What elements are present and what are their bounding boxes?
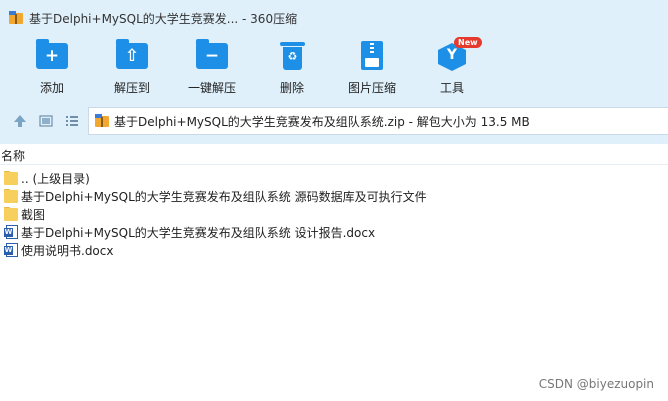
delete-label: 删除: [279, 81, 304, 95]
image-compress-label: 图片压缩: [347, 81, 396, 95]
add-button[interactable]: + 添加: [12, 36, 92, 98]
list-item-manual[interactable]: W 使用说明书.docx: [0, 241, 668, 259]
tools-button[interactable]: Y New 工具: [412, 36, 492, 98]
folder-icon: [4, 171, 18, 185]
window-title: 基于Delphi+MySQL的大学生竞赛发... - 360压缩: [29, 11, 298, 26]
toolbar: + 添加 ⇧ 解压到 − 一键解压 ♻ 删除 图片压缩 Y New 工具: [0, 36, 668, 98]
delete-button[interactable]: ♻ 删除: [252, 36, 332, 98]
name-column-label: 名称: [1, 149, 26, 163]
delete-bin-icon: ♻: [275, 40, 309, 72]
list-item-name: .. (上级目录): [21, 171, 90, 186]
extract-to-label: 解压到: [113, 81, 150, 95]
thumbnail-view-icon[interactable]: [38, 113, 54, 129]
up-arrow-icon[interactable]: [12, 113, 28, 129]
title-bar: 基于Delphi+MySQL的大学生竞赛发... - 360压缩: [0, 0, 668, 36]
navigation-bar: 基于Delphi+MySQL的大学生竞赛发布及组队系统.zip - 解包大小为 …: [0, 98, 668, 144]
folder-icon: [4, 207, 18, 221]
list-item-name: 使用说明书.docx: [21, 243, 114, 258]
folder-icon: [4, 189, 18, 203]
list-view-icon[interactable]: [64, 113, 80, 129]
name-column-header[interactable]: 名称: [0, 144, 668, 165]
list-item-name: 基于Delphi+MySQL的大学生竞赛发布及组队系统 源码数据库及可执行文件: [21, 189, 427, 204]
new-badge: New: [454, 37, 482, 48]
watermark-text: CSDN @biyezuopin: [538, 377, 654, 391]
extract-to-icon: ⇧: [115, 39, 149, 72]
list-item-source-folder[interactable]: 基于Delphi+MySQL的大学生竞赛发布及组队系统 源码数据库及可执行文件: [0, 187, 668, 205]
tools-label: 工具: [439, 81, 464, 95]
add-folder-icon: +: [35, 39, 69, 72]
list-item-design-report[interactable]: W 基于Delphi+MySQL的大学生竞赛发布及组队系统 设计报告.docx: [0, 223, 668, 241]
file-list: .. (上级目录) 基于Delphi+MySQL的大学生竞赛发布及组队系统 源码…: [0, 169, 668, 259]
list-item-parent-dir[interactable]: .. (上级目录): [0, 169, 668, 187]
archive-app-icon: [8, 10, 24, 26]
list-item-name: 基于Delphi+MySQL的大学生竞赛发布及组队系统 设计报告.docx: [21, 225, 376, 240]
one-click-extract-icon: −: [195, 39, 229, 72]
extract-to-button[interactable]: ⇧ 解压到: [92, 36, 172, 98]
list-item-name: 截图: [21, 207, 46, 222]
address-bar[interactable]: 基于Delphi+MySQL的大学生竞赛发布及组队系统.zip - 解包大小为 …: [88, 107, 668, 135]
tools-hex-icon: Y New: [435, 37, 482, 72]
image-compress-button[interactable]: 图片压缩: [332, 36, 412, 98]
one-click-extract-button[interactable]: − 一键解压: [172, 36, 252, 98]
word-doc-icon: W: [4, 225, 18, 239]
word-doc-icon: W: [4, 243, 18, 257]
archive-path-text: 基于Delphi+MySQL的大学生竞赛发布及组队系统.zip - 解包大小为 …: [114, 114, 530, 129]
app-window: 基于Delphi+MySQL的大学生竞赛发... - 360压缩 + 添加 ⇧ …: [0, 0, 668, 401]
zip-archive-icon: [94, 113, 110, 129]
add-label: 添加: [39, 81, 64, 95]
one-click-extract-label: 一键解压: [187, 81, 236, 95]
image-compress-icon: [355, 40, 389, 72]
list-item-screenshots-folder[interactable]: 截图: [0, 205, 668, 223]
